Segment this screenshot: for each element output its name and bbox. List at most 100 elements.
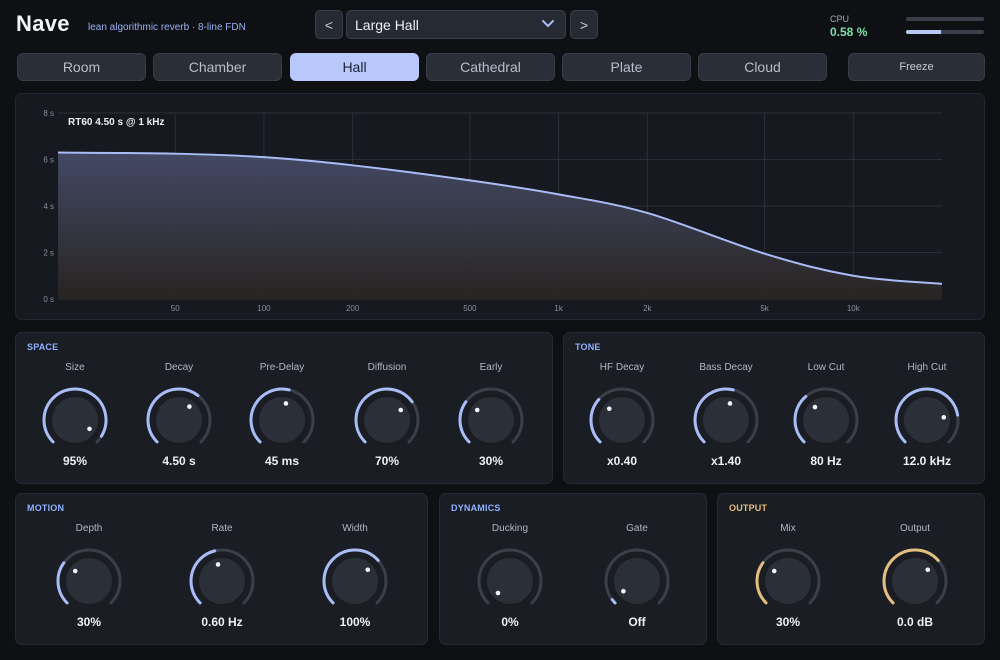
knob-value-arc xyxy=(610,598,617,605)
knob-pointer xyxy=(87,426,92,432)
knob-body xyxy=(362,395,412,445)
output-panel: OUTPUT Mix 30% Output 0.0 dB xyxy=(717,493,985,645)
knob-dial[interactable] xyxy=(891,384,963,456)
tab-cloud[interactable]: Cloud xyxy=(698,53,827,81)
decay-area xyxy=(58,152,942,299)
knob-dial[interactable] xyxy=(186,545,258,617)
knob-value: 95% xyxy=(62,454,88,468)
knob-pointer xyxy=(771,568,777,574)
app-subtitle: lean algorithmic reverb · 8-line FDN xyxy=(88,22,246,33)
knob-pointer xyxy=(727,401,733,406)
knob-dial[interactable] xyxy=(455,384,527,456)
knob-pointer xyxy=(925,567,931,573)
knob-value: x1.40 xyxy=(710,454,742,468)
knob-gate[interactable]: Gate Off xyxy=(597,523,677,643)
space-panel-title: SPACE xyxy=(27,342,59,352)
knob-dial[interactable] xyxy=(351,384,423,456)
y-tick-label: 8 s xyxy=(43,109,54,118)
tab-chamber[interactable]: Chamber xyxy=(153,53,282,81)
knob-body xyxy=(701,395,751,445)
knob-dial[interactable] xyxy=(790,384,862,456)
knob-body xyxy=(154,395,204,445)
knob-decay[interactable]: Decay 4.50 s xyxy=(139,362,219,482)
knob-value: 45 ms xyxy=(264,454,300,468)
knob-dial[interactable] xyxy=(474,545,546,617)
knob-label: Early xyxy=(479,362,503,373)
knob-pointer xyxy=(495,590,501,596)
knob-label: Rate xyxy=(211,523,233,534)
x-tick-label: 100 xyxy=(257,304,271,313)
knob-dial[interactable] xyxy=(143,384,215,456)
knob-body xyxy=(801,395,851,445)
knob-dial[interactable] xyxy=(690,384,762,456)
y-tick-label: 2 s xyxy=(43,249,54,258)
knob-width[interactable]: Width 100% xyxy=(315,523,395,643)
knob-value: 30% xyxy=(76,615,102,629)
knob-value: Off xyxy=(628,615,646,629)
knob-label: Low Cut xyxy=(807,362,845,373)
knob-value: 30% xyxy=(775,615,801,629)
knob-hf-decay[interactable]: HF Decay x0.40 xyxy=(582,362,662,482)
knob-depth[interactable]: Depth 30% xyxy=(49,523,129,643)
knob-dial[interactable] xyxy=(246,384,318,456)
knob-label: Ducking xyxy=(491,523,529,534)
knob-pointer xyxy=(606,406,612,412)
dynamics-panel: DYNAMICS Ducking 0% Gate Off xyxy=(439,493,707,645)
knob-early[interactable]: Early 30% xyxy=(451,362,531,482)
knob-ducking[interactable]: Ducking 0% xyxy=(470,523,550,643)
y-tick-label: 4 s xyxy=(43,202,54,211)
knob-dial[interactable] xyxy=(601,545,673,617)
knob-body xyxy=(330,556,380,606)
knob-dial[interactable] xyxy=(586,384,658,456)
output-panel-title: OUTPUT xyxy=(729,503,768,513)
knob-dial[interactable] xyxy=(752,545,824,617)
knob-value: 0% xyxy=(501,615,519,629)
cpu-value: 0.58 % xyxy=(830,25,868,39)
knob-output[interactable]: Output 0.0 dB xyxy=(875,523,955,643)
next-preset-button[interactable]: > xyxy=(570,10,598,39)
knob-bass-decay[interactable]: Bass Decay x1.40 xyxy=(686,362,766,482)
tab-hall[interactable]: Hall xyxy=(290,53,419,81)
level-meter-bottom xyxy=(906,30,984,34)
decay-graph-svg: 0 s 2 s 4 s 6 s 8 s 50 100 200 500 1k 2k 5k 10k xyxy=(43,109,943,313)
knob-label: Width xyxy=(342,523,368,534)
knob-body xyxy=(64,556,114,606)
knob-body xyxy=(612,556,662,606)
knob-mix[interactable]: Mix 30% xyxy=(748,523,828,643)
y-tick-label: 0 s xyxy=(43,295,54,304)
reverb-plugin-window: Nave lean algorithmic reverb · 8-line FD… xyxy=(0,0,1000,660)
preset-dropdown[interactable]: Large Hall xyxy=(346,10,566,39)
knob-size[interactable]: Size 95% xyxy=(35,362,115,482)
knob-dial[interactable] xyxy=(319,545,391,617)
knob-dial[interactable] xyxy=(879,545,951,617)
knob-diffusion[interactable]: Diffusion 70% xyxy=(347,362,427,482)
knob-body xyxy=(902,395,952,445)
tab-cathedral[interactable]: Cathedral xyxy=(426,53,555,81)
knob-value: 12.0 kHz xyxy=(902,454,952,468)
level-meter-top xyxy=(906,17,984,21)
tab-plate[interactable]: Plate xyxy=(562,53,691,81)
knob-rate[interactable]: Rate 0.60 Hz xyxy=(182,523,262,643)
knob-body xyxy=(257,395,307,445)
x-tick-label: 2k xyxy=(643,304,652,313)
x-tick-label: 10k xyxy=(847,304,861,313)
tab-room[interactable]: Room xyxy=(17,53,146,81)
knob-pre-delay[interactable]: Pre-Delay 45 ms xyxy=(242,362,322,482)
knob-low-cut[interactable]: Low Cut 80 Hz xyxy=(786,362,866,482)
space-panel: SPACE Size 95% Decay 4.50 s Pre-Delay 45 ms Di… xyxy=(15,332,553,484)
knob-body xyxy=(197,556,247,606)
knob-dial[interactable] xyxy=(53,545,125,617)
knob-value: 70% xyxy=(374,454,400,468)
cpu-label: CPU xyxy=(830,14,850,24)
knob-pointer xyxy=(474,407,480,413)
knob-pointer xyxy=(72,568,78,574)
knob-value: 0.0 dB xyxy=(896,615,933,629)
knob-dial[interactable] xyxy=(39,384,111,456)
y-tick-label: 6 s xyxy=(43,156,54,165)
knob-pointer xyxy=(283,401,289,406)
knob-high-cut[interactable]: High Cut 12.0 kHz xyxy=(887,362,967,482)
prev-preset-button[interactable]: < xyxy=(315,10,343,39)
knob-pointer xyxy=(621,588,626,594)
freeze-button[interactable]: Freeze xyxy=(848,53,985,81)
tone-panel: TONE HF Decay x0.40 Bass Decay x1.40 Low Cut… xyxy=(563,332,985,484)
